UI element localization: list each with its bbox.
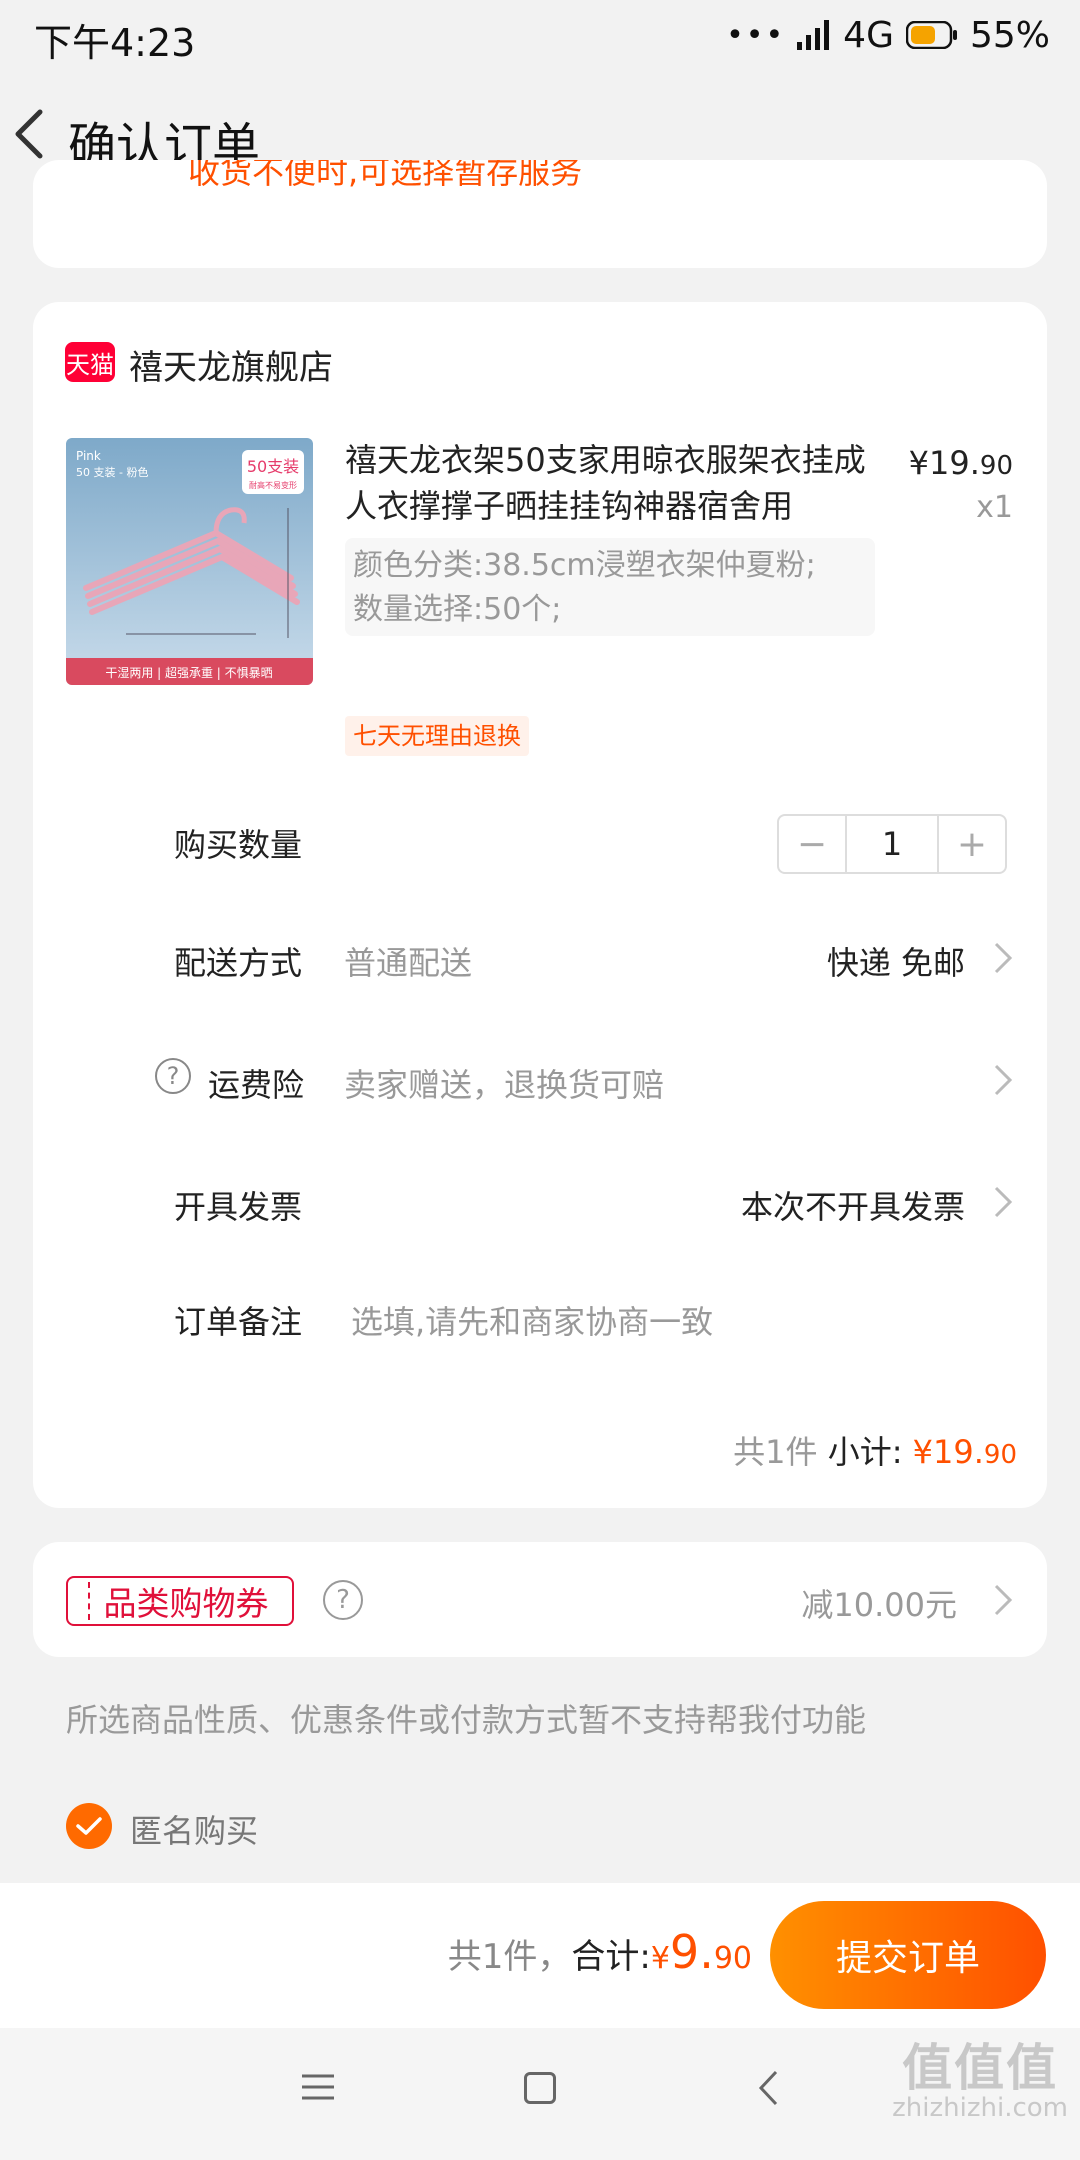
pay-for-me-note: 所选商品性质、优惠条件或付款方式暂不支持帮我付功能 xyxy=(66,1701,867,1739)
watermark-logo: 值值值 xyxy=(902,2039,1059,2097)
coupon-dash-divider xyxy=(88,1582,90,1620)
insurance-label: 运费险 xyxy=(208,1066,305,1104)
total-count: 共1件， xyxy=(447,1937,572,1977)
total-decimal: 90 xyxy=(713,1941,752,1976)
back-arrow-icon xyxy=(15,109,43,159)
product-image[interactable]: 50支装 耐高不易变形 Pink 50 支装 - 粉色 干湿两用 | 超强承重 … xyxy=(66,438,313,685)
item-count: 共1件 xyxy=(733,1433,818,1471)
order-card: 天猫 禧天龙旗舰店 50支装 耐高不易变形 Pink 50 支装 - 粉色 干湿… xyxy=(33,302,1047,1508)
system-back-icon[interactable] xyxy=(756,2068,780,2108)
watermark: 值值值 zhizhizhi.com xyxy=(892,2039,1068,2128)
remark-label: 订单备注 xyxy=(174,1303,303,1341)
storage-service-card[interactable]: 收货不便时,可选择暂存服务 xyxy=(33,160,1047,268)
product-price: ¥19.90 xyxy=(909,444,1013,482)
coupon-card[interactable]: 品类购物券 ? 减10.00元 xyxy=(33,1542,1047,1657)
svg-text:Pink: Pink xyxy=(76,449,101,463)
subtotal-label: 小计: xyxy=(817,1433,913,1471)
coupon-label: 品类购物券 xyxy=(103,1584,269,1623)
network-type: 4G xyxy=(843,14,894,56)
status-bar: 下午4:23 ••• 4G 55% xyxy=(0,0,1080,70)
checkout-bar: 共1件，合计:¥9.90 提交订单 xyxy=(0,1883,1080,2028)
product-quantity: x1 xyxy=(976,490,1013,525)
shop-name[interactable]: 禧天龙旗舰店 xyxy=(129,340,333,389)
anonymous-checkbox[interactable] xyxy=(66,1803,112,1849)
status-icons: ••• 4G 55% xyxy=(726,10,1050,60)
price-decimal: 90 xyxy=(979,451,1013,481)
delivery-label: 配送方式 xyxy=(174,944,303,982)
coupon-value: 减10.00元 xyxy=(801,1586,957,1624)
remark-input[interactable]: 选填,请先和商家协商一致 xyxy=(351,1297,713,1343)
svg-text:50支装: 50支装 xyxy=(247,457,299,476)
delivery-method: 普通配送 xyxy=(344,944,473,982)
sku-color: 颜色分类:38.5cm浸塑衣架仲夏粉; xyxy=(353,548,816,583)
watermark-url: zhizhizhi.com xyxy=(892,2093,1068,2123)
delivery-value: 快递 免邮 xyxy=(826,944,965,982)
svg-text:干湿两用 | 超强承重 | 不惧暴晒: 干湿两用 | 超强承重 | 不惧暴晒 xyxy=(105,665,272,680)
hanger-product-icon: 50支装 耐高不易变形 Pink 50 支装 - 粉色 干湿两用 | 超强承重 … xyxy=(66,438,313,685)
menu-icon[interactable] xyxy=(300,2072,336,2102)
back-button[interactable] xyxy=(10,98,70,168)
total-summary: 共1件，合计:¥9.90 xyxy=(448,1925,752,1979)
price-main: ¥19. xyxy=(908,444,980,482)
quantity-stepper: − 1 + xyxy=(777,814,1007,874)
total-currency: ¥ xyxy=(650,1941,670,1976)
help-icon[interactable]: ? xyxy=(323,1580,363,1620)
subtotal-main: ¥19. xyxy=(912,1433,984,1471)
svg-text:耐高不易变形: 耐高不易变形 xyxy=(249,480,297,490)
status-time: 下午4:23 xyxy=(34,21,196,65)
total-label: 合计: xyxy=(571,1937,651,1977)
help-icon[interactable]: ? xyxy=(155,1058,191,1094)
chevron-right-icon xyxy=(994,1584,1013,1616)
chevron-right-icon xyxy=(994,1064,1013,1096)
coupon-tag: 品类购物券 xyxy=(66,1576,294,1626)
sku-box[interactable]: 颜色分类:38.5cm浸塑衣架仲夏粉; 数量选择:50个; xyxy=(345,538,875,636)
anonymous-label[interactable]: 匿名购买 xyxy=(130,1806,258,1852)
submit-order-button[interactable]: 提交订单 xyxy=(770,1901,1046,2009)
subtotal: 共1件 小计: ¥19.90 xyxy=(733,1427,1017,1473)
storage-notice: 收货不便时,可选择暂存服务 xyxy=(188,160,583,191)
subtotal-decimal: 90 xyxy=(983,1440,1017,1470)
invoice-label: 开具发票 xyxy=(174,1188,303,1226)
chevron-right-icon xyxy=(994,942,1013,974)
home-icon[interactable] xyxy=(524,2072,556,2104)
battery-icon xyxy=(905,21,957,49)
system-nav-bar: 值值值 zhizhizhi.com xyxy=(0,2028,1080,2160)
check-icon xyxy=(76,1817,102,1835)
quantity-label: 购买数量 xyxy=(174,826,303,864)
chevron-right-icon xyxy=(994,1186,1013,1218)
quantity-input[interactable]: 1 xyxy=(845,816,939,872)
sku-count: 数量选择:50个; xyxy=(353,592,562,627)
signal-icon xyxy=(797,20,830,50)
more-dots-icon: ••• xyxy=(726,17,786,53)
return-policy-tag: 七天无理由退换 xyxy=(345,716,529,756)
invoice-value: 本次不开具发票 xyxy=(740,1188,965,1226)
svg-text:50 支装 - 粉色: 50 支装 - 粉色 xyxy=(76,465,148,479)
tmall-logo-icon: 天猫 xyxy=(65,342,115,382)
total-main: 9. xyxy=(669,1925,714,1979)
product-title[interactable]: 禧天龙衣架50支家用晾衣服架衣挂成人衣撑撑子晒挂挂钩神器宿舍用 xyxy=(345,437,885,529)
decrease-button[interactable]: − xyxy=(779,816,845,872)
insurance-desc: 卖家赠送，退换货可赔 xyxy=(344,1066,665,1104)
battery-level: 55% xyxy=(969,14,1050,56)
increase-button[interactable]: + xyxy=(939,816,1005,872)
